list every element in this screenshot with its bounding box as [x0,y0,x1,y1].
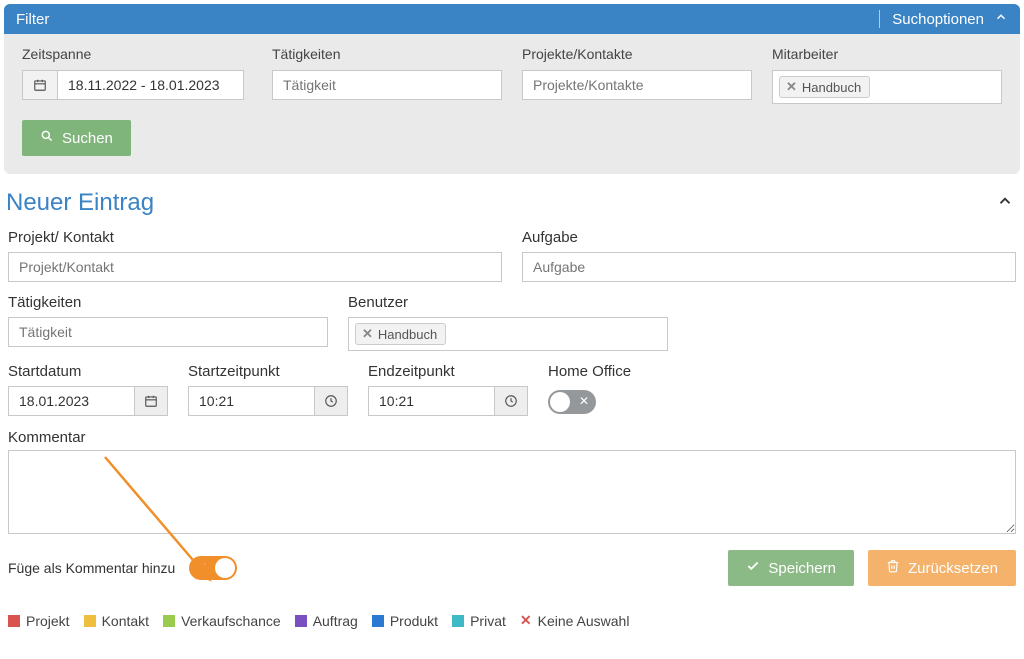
calendar-icon[interactable] [22,70,57,100]
homeoffice-label: Home Office [548,363,708,380]
homeoffice-toggle[interactable]: ✕ [548,390,596,414]
zuruecksetzen-button[interactable]: Zurücksetzen [868,550,1016,586]
legend-keine: Keine Auswahl [538,613,630,629]
filter-body: Zeitspanne Tätigkeiten Projekte/Kontakte… [4,34,1020,174]
add-comment-label: Füge als Kommentar hinzu [8,560,175,576]
endzeit-input[interactable] [368,386,495,416]
legend-kontakt: Kontakt [102,613,149,629]
entry-collapse-button[interactable] [992,188,1018,217]
endzeit-label: Endzeitpunkt [368,363,528,380]
mitarbeiter-label: Mitarbeiter [772,46,1002,62]
legend-projekt: Projekt [26,613,70,629]
x-icon: ✕ [579,394,589,408]
entry-header: Neuer Eintrag [6,188,1018,217]
startzeit-input[interactable] [188,386,315,416]
suchoptionen-label: Suchoptionen [892,11,984,28]
projekte-label: Projekte/Kontakte [522,46,752,62]
speichern-button[interactable]: Speichern [728,550,854,586]
filter-title: Filter [16,11,49,28]
projekt-input[interactable] [8,252,502,282]
mitarbeiter-tag-label: Handbuch [802,80,861,95]
filter-header: Filter Suchoptionen [4,4,1020,34]
trash-icon [886,559,900,577]
benutzer-tag-label: Handbuch [378,327,437,342]
add-comment-toggle[interactable]: ✔ [189,556,237,580]
legend-produkt: Produkt [390,613,438,629]
suchoptionen-toggle[interactable]: Suchoptionen [879,10,1008,28]
kommentar-input[interactable] [8,450,1016,534]
entry-title: Neuer Eintrag [6,189,154,217]
close-icon[interactable]: ✕ [786,79,797,95]
zuruecksetzen-label: Zurücksetzen [908,560,998,577]
taetigkeiten-input-2[interactable] [8,317,328,347]
close-icon[interactable]: ✕ [362,326,373,342]
zeitspanne-label: Zeitspanne [22,46,252,62]
kommentar-label: Kommentar [8,429,1016,446]
benutzer-tag: ✕ Handbuch [355,323,446,345]
aufgabe-label: Aufgabe [522,229,1016,246]
taetigkeiten-input[interactable] [272,70,502,100]
clock-icon[interactable] [315,386,348,416]
mitarbeiter-input[interactable]: ✕ Handbuch [772,70,1002,104]
projekte-input[interactable] [522,70,752,100]
benutzer-label: Benutzer [348,294,668,311]
legend-privat: Privat [470,613,506,629]
startdatum-label: Startdatum [8,363,168,380]
projekt-label: Projekt/ Kontakt [8,229,502,246]
speichern-label: Speichern [768,560,836,577]
startdatum-input[interactable] [8,386,135,416]
check-icon [746,559,760,577]
x-icon: ✕ [520,612,532,629]
calendar-icon[interactable] [135,386,168,416]
check-icon: ✔ [196,560,206,574]
chevron-up-icon [994,10,1008,28]
mitarbeiter-tag: ✕ Handbuch [779,76,870,98]
filter-panel: Filter Suchoptionen Zeitspanne Tätigkeit… [4,4,1020,174]
aufgabe-input[interactable] [522,252,1016,282]
zeitspanne-input[interactable] [57,70,244,100]
clock-icon[interactable] [495,386,528,416]
legend: Projekt Kontakt Verkaufschance Auftrag P… [4,604,1020,633]
legend-verkauf: Verkaufschance [181,613,281,629]
benutzer-input[interactable]: ✕ Handbuch [348,317,668,351]
legend-auftrag: Auftrag [313,613,358,629]
taetigkeiten-label-2: Tätigkeiten [8,294,328,311]
startzeit-label: Startzeitpunkt [188,363,348,380]
suchen-label: Suchen [62,130,113,147]
search-icon [40,129,54,147]
taetigkeiten-label: Tätigkeiten [272,46,502,62]
suchen-button[interactable]: Suchen [22,120,131,156]
